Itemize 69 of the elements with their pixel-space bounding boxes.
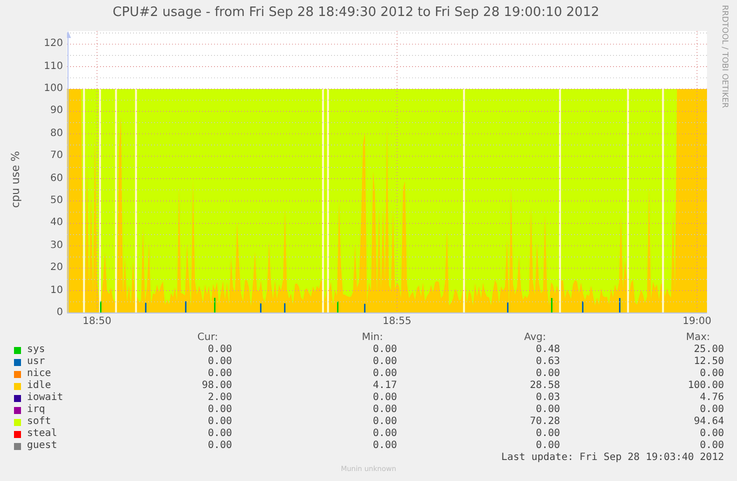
- legend-value: 0.03: [536, 392, 560, 404]
- legend-value: 94.64: [694, 416, 724, 428]
- legend-value: 4.76: [700, 392, 724, 404]
- legend-value: 0.00: [372, 404, 397, 416]
- legend-value: 0.00: [208, 416, 232, 428]
- legend-label: steal: [27, 428, 58, 440]
- legend-value: 0.00: [372, 440, 397, 452]
- y-axis-label: cpu use %: [8, 150, 23, 208]
- legend-value: 0.48: [536, 344, 560, 356]
- legend-label: usr: [27, 356, 46, 368]
- x-tick-label: 19:00: [682, 316, 712, 328]
- legend-value: 0.00: [372, 368, 397, 380]
- legend-value: 25.00: [694, 344, 724, 356]
- column-header: Max:: [686, 332, 710, 344]
- y-tick-label: 60: [50, 172, 63, 185]
- y-tick-label: 0: [56, 307, 63, 319]
- y-tick-label: 30: [50, 240, 63, 252]
- legend-value: 12.50: [694, 356, 724, 368]
- legend-value: 0.00: [208, 440, 232, 452]
- legend-value: 0.63: [536, 356, 560, 368]
- legend-value: 0.00: [372, 416, 397, 428]
- legend-value: 0.00: [700, 440, 724, 452]
- y-tick-label: 100: [44, 83, 63, 95]
- legend-value: 0.00: [372, 428, 397, 440]
- legend-value: 0.00: [536, 404, 560, 416]
- y-tick-label: 70: [50, 150, 63, 162]
- legend-value: 0.00: [536, 440, 560, 452]
- legend-label: sys: [27, 344, 46, 356]
- legend-value: 0.00: [700, 404, 724, 416]
- legend-value: 100.00: [688, 380, 724, 392]
- legend-value: 0.00: [208, 356, 232, 368]
- legend-value: 0.00: [372, 392, 397, 404]
- column-header: Avg:: [524, 332, 546, 344]
- legend-value: 0.00: [208, 404, 232, 416]
- legend-value: 0.00: [536, 428, 560, 440]
- x-tick-label: 18:50: [82, 316, 112, 328]
- legend-label: soft: [27, 416, 52, 428]
- legend-value: 0.00: [536, 368, 560, 380]
- legend-label: nice: [27, 368, 52, 380]
- legend-value: 0.00: [700, 428, 724, 440]
- x-tick-label: 18:55: [382, 316, 412, 328]
- legend-label: idle: [27, 380, 52, 392]
- last-update-text: Last update: Fri Sep 28 19:03:40 2012: [501, 452, 724, 464]
- column-header: Cur:: [197, 332, 218, 344]
- y-tick-label: 120: [44, 38, 63, 50]
- y-tick-label: 110: [44, 60, 63, 73]
- y-tick-label: 90: [50, 105, 63, 118]
- legend-label: irq: [27, 404, 46, 416]
- legend-value: 0.00: [208, 368, 232, 380]
- legend-value: 98.00: [202, 380, 232, 392]
- legend-value: 0.00: [372, 344, 397, 356]
- legend-label: iowait: [27, 392, 64, 404]
- legend-value: 0.00: [208, 428, 232, 440]
- y-tick-label: 50: [50, 195, 63, 207]
- legend-value: 28.58: [530, 380, 560, 392]
- legend-value: 70.28: [530, 416, 560, 428]
- legend-value: 0.00: [700, 368, 724, 380]
- legend-value: 4.17: [372, 380, 397, 392]
- graph-title: CPU#2 usage - from Fri Sep 28 18:49:30 2012 to Fri Sep 28 19:00:10 2012: [112, 4, 600, 22]
- y-tick-label: 20: [50, 262, 63, 274]
- legend-value: 0.00: [208, 344, 232, 356]
- column-header: Min:: [362, 332, 383, 344]
- y-tick-label: 10: [50, 284, 63, 297]
- legend-value: 0.00: [372, 356, 397, 368]
- y-tick-label: 40: [50, 217, 63, 230]
- legend-label: guest: [27, 440, 58, 452]
- credit-text: RRDTOOL / TOBI OETIKER: [720, 5, 730, 110]
- y-tick-label: 80: [50, 128, 63, 140]
- legend-value: 2.00: [208, 392, 232, 404]
